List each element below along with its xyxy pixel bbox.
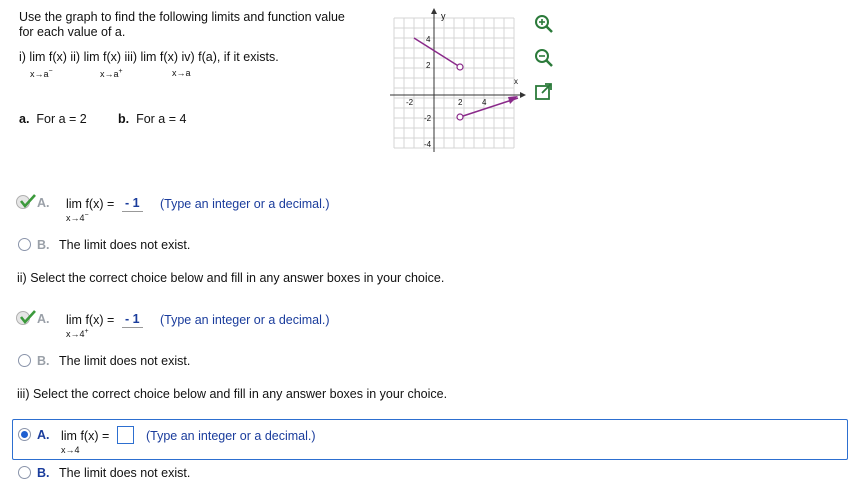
part-i-choice-b-radio[interactable] [18, 238, 31, 251]
part-i-choice-b-letter: B. [37, 238, 50, 252]
part-iii-choice-b-text: The limit does not exist. [59, 466, 191, 480]
part-ii-choice-b-radio[interactable] [18, 354, 31, 367]
x-tick-4: 4 [482, 98, 487, 107]
x-tick-neg-2: -2 [406, 98, 414, 107]
part-ii-choice-b-text: The limit does not exist. [59, 354, 191, 368]
question-line-2: for each value of a. [19, 25, 126, 39]
y-tick-neg-4: -4 [424, 140, 432, 149]
part-ii-subscript: x→a+ [100, 68, 123, 79]
part-ii-limit: lim f(x) = x→4+ [66, 313, 115, 339]
popout-icon[interactable] [533, 81, 555, 103]
question-line-1: Use the graph to find the following limi… [19, 10, 345, 24]
part-iii-choice-a-letter: A. [37, 428, 50, 442]
part-iii-limit: lim f(x) = x→4 [61, 429, 110, 455]
part-iii-subscript: x→a [172, 68, 191, 78]
x-tick-2: 2 [458, 98, 463, 107]
part-iii-selected-choice-frame [12, 419, 848, 460]
part-iii-choice-b-letter: B. [37, 466, 50, 480]
part-i-answer[interactable]: - 1 [122, 194, 143, 212]
part-iii-choice-b-radio[interactable] [18, 466, 31, 479]
part-i-choice-b-text: The limit does not exist. [59, 238, 191, 252]
part-ii-choice-a-letter: A. [37, 312, 50, 326]
correct-check-icon [16, 310, 36, 325]
part-ii-hint: (Type an integer or a decimal.) [160, 313, 330, 327]
y-axis-label: y [441, 11, 446, 21]
y-tick-2: 2 [426, 61, 431, 70]
part-iii-hint: (Type an integer or a decimal.) [146, 429, 316, 443]
part-i-hint: (Type an integer or a decimal.) [160, 197, 330, 211]
y-tick-neg-2: -2 [424, 114, 432, 123]
zoom-out-icon[interactable] [533, 47, 555, 69]
zoom-in-icon[interactable] [533, 13, 555, 35]
part-iii-choice-a-radio[interactable] [18, 428, 31, 441]
question-parts: i) lim f(x) ii) lim f(x) iii) lim f(x) i… [19, 50, 279, 64]
part-i-subscript: x→a− [30, 68, 53, 79]
part-ii-prompt: ii) Select the correct choice below and … [17, 271, 445, 285]
case-b: b. For a = 4 [118, 112, 187, 126]
part-iii-prompt: iii) Select the correct choice below and… [17, 387, 448, 401]
part-ii-answer[interactable]: - 1 [122, 310, 143, 328]
part-ii-choice-b-letter: B. [37, 354, 50, 368]
y-tick-4: 4 [426, 35, 431, 44]
case-a: a. For a = 2 [19, 112, 87, 126]
part-i-limit: lim f(x) = x→4− [66, 197, 115, 223]
part-i-choice-a-letter: A. [37, 196, 50, 210]
correct-check-icon [16, 194, 36, 209]
x-axis-label: x [514, 77, 518, 86]
part-iii-answer-input[interactable] [117, 426, 134, 444]
